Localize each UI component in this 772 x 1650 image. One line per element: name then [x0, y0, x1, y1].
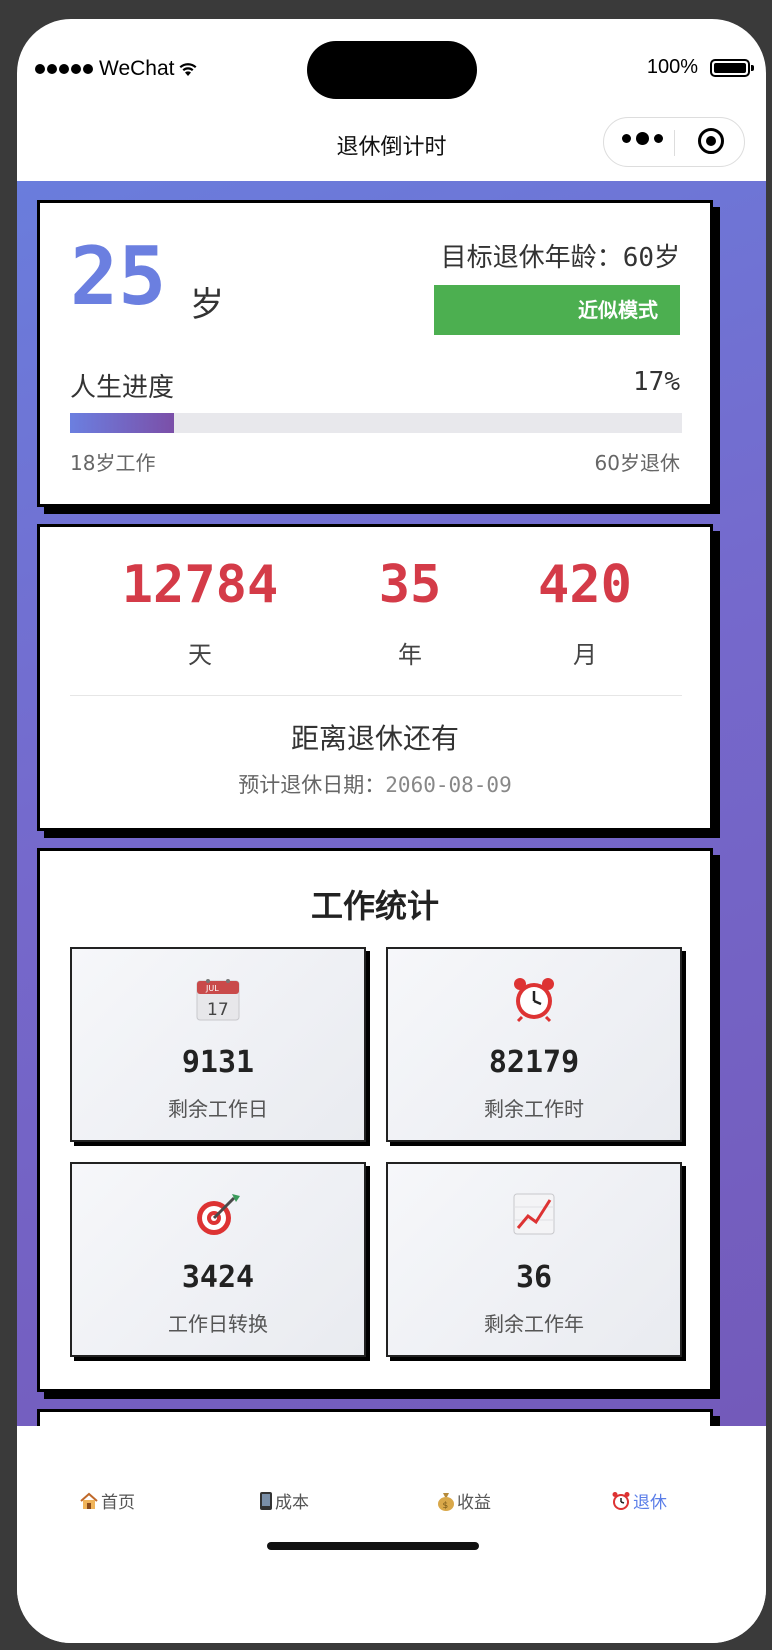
- months-remaining: 420: [538, 555, 632, 615]
- next-card: [37, 1409, 713, 1426]
- tab-label: 收益: [457, 1493, 491, 1513]
- tab-home[interactable]: 首页: [79, 1488, 135, 1513]
- capsule-divider: [674, 130, 675, 156]
- stat-remaining-workhours: 82179 剩余工作时: [386, 947, 682, 1142]
- stat-label: 工作日转换: [168, 1312, 268, 1336]
- stat-value: 36: [515, 1260, 553, 1295]
- calendar-icon: JUL 17: [72, 975, 364, 1023]
- home-indicator[interactable]: [267, 1542, 479, 1550]
- countdown-card: 12784 天 35 年 420 月 距离退休还有 预计退休日期：2060-08…: [37, 524, 713, 831]
- svg-text:$: $: [443, 1501, 449, 1511]
- approximate-mode-button[interactable]: 近似模式: [434, 285, 680, 335]
- work-stats-card: 工作统计 JUL 17 9131 剩余工作日 82179 剩余工作时 3424 …: [37, 848, 713, 1392]
- tab-bar: 首页 成本 $ 收益 退休: [17, 1426, 766, 1643]
- target-age-value: 60岁: [622, 243, 680, 273]
- tab-label: 成本: [275, 1493, 309, 1513]
- phone-screen: WeChat 100% 退休倒计时 25 岁 目标退休年龄：60岁 近似模式 人…: [17, 19, 766, 1643]
- signal-indicator: WeChat: [35, 57, 198, 81]
- close-miniprogram-icon[interactable]: [698, 128, 724, 154]
- stat-workday-conversion: 3424 工作日转换: [70, 1162, 366, 1357]
- tab-retirement[interactable]: 退休: [611, 1488, 667, 1513]
- years-unit: 年: [398, 641, 422, 669]
- tab-income[interactable]: $ 收益: [437, 1488, 491, 1513]
- wifi-icon: [179, 63, 197, 76]
- life-progress-percent: 17%: [633, 367, 680, 397]
- target-icon: [72, 1190, 364, 1238]
- age-progress-card: 25 岁 目标退休年龄：60岁 近似模式 人生进度 17% 18岁工作 60岁退…: [37, 200, 713, 507]
- tab-label: 退休: [633, 1493, 667, 1513]
- miniprogram-capsule: [603, 117, 745, 167]
- days-remaining: 12784: [121, 555, 279, 615]
- retirement-date: 预计退休日期：2060-08-09: [40, 769, 710, 799]
- battery-icon: [710, 59, 754, 77]
- tab-label: 首页: [101, 1493, 135, 1513]
- stat-value: 3424: [181, 1260, 255, 1295]
- chart-increasing-icon: [388, 1190, 680, 1238]
- alarm-clock-icon: [612, 1491, 630, 1510]
- stat-label: 剩余工作日: [168, 1097, 268, 1121]
- work-start-label: 18岁工作: [70, 451, 156, 475]
- months-unit: 月: [573, 641, 597, 669]
- stat-remaining-workdays: JUL 17 9131 剩余工作日: [70, 947, 366, 1142]
- svg-text:17: 17: [207, 1000, 229, 1020]
- dynamic-island: [307, 41, 477, 99]
- alarm-clock-icon: [388, 975, 680, 1023]
- countdown-title: 距离退休还有: [290, 722, 459, 755]
- stat-value: 9131: [181, 1045, 255, 1080]
- years-remaining: 35: [378, 555, 442, 615]
- retirement-end-label: 60岁退休: [594, 451, 680, 475]
- stat-label: 剩余工作年: [484, 1312, 584, 1336]
- countdown-divider: [70, 695, 682, 696]
- battery-percent: 100%: [646, 56, 698, 78]
- stat-value: 82179: [488, 1045, 580, 1080]
- retirement-date-value: 2060-08-09: [385, 773, 512, 797]
- svg-text:JUL: JUL: [205, 984, 219, 993]
- tab-cost[interactable]: 成本: [259, 1488, 309, 1513]
- retirement-date-label: 预计退休日期：: [238, 773, 386, 797]
- stat-remaining-workyears: 36 剩余工作年: [386, 1162, 682, 1357]
- status-bar: WeChat 100%: [17, 19, 766, 119]
- age-unit: 岁: [190, 285, 224, 325]
- life-progress-bar: [70, 413, 682, 433]
- life-progress-label: 人生进度: [70, 373, 175, 403]
- main-content[interactable]: 25 岁 目标退休年龄：60岁 近似模式 人生进度 17% 18岁工作 60岁退…: [17, 181, 766, 1426]
- days-unit: 天: [188, 641, 212, 669]
- more-options-icon[interactable]: [622, 132, 663, 145]
- target-age-label: 目标退休年龄：: [440, 243, 623, 273]
- phone-icon: [260, 1491, 272, 1510]
- money-bag-icon: $: [438, 1492, 454, 1511]
- house-icon: [80, 1492, 98, 1509]
- stat-label: 剩余工作时: [484, 1097, 584, 1121]
- work-stats-title: 工作统计: [310, 887, 439, 925]
- target-retirement-age: 目标退休年龄：60岁: [441, 237, 680, 274]
- current-age: 25: [70, 230, 167, 323]
- life-progress-fill: [70, 413, 175, 433]
- carrier-name: WeChat: [99, 57, 175, 80]
